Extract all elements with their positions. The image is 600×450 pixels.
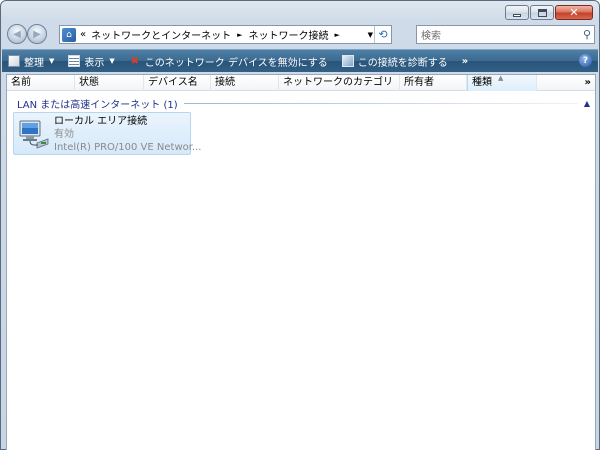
organize-icon [8, 55, 20, 67]
close-button[interactable]: ✕ [555, 5, 593, 20]
maximize-icon [537, 8, 547, 17]
breadcrumb-overflow-button[interactable]: « [80, 29, 86, 40]
navigation-bar: ◀ ▶ ⌂ « ネットワークとインターネット ► ネットワーク接続 ► ▼ ⟲ … [7, 23, 595, 45]
column-header-type[interactable]: ▲ 種類 [467, 74, 537, 91]
control-panel-icon: ⌂ [62, 27, 76, 42]
search-placeholder: 検索 [421, 31, 441, 42]
forward-arrow-icon: ▶ [33, 28, 41, 40]
help-icon[interactable]: ? [579, 54, 592, 67]
column-overflow-button[interactable]: » [585, 75, 591, 90]
network-connection-icon [19, 120, 49, 149]
search-icon[interactable]: ⚲ [583, 28, 591, 41]
connection-details: ローカル エリア接続 有効 Intel(R) PRO/100 VE Networ… [54, 115, 201, 154]
group-divider [183, 102, 578, 104]
forward-button[interactable]: ▶ [27, 24, 47, 44]
breadcrumb-separator-icon[interactable]: ► [237, 31, 242, 39]
explorer-window: ✕ ◀ ▶ ⌂ « ネットワークとインターネット ► ネットワーク接続 ► ▼ … [0, 0, 600, 450]
views-button[interactable]: 表示 ▼ [68, 54, 115, 69]
disable-device-label: このネットワーク デバイスを無効にする [144, 57, 328, 69]
connection-status: 有効 [54, 129, 74, 140]
caption-buttons: ✕ [505, 5, 593, 20]
views-icon [68, 55, 81, 67]
diagnose-connection-button[interactable]: この接続を診断する [341, 54, 448, 69]
chevron-down-icon: ▼ [49, 57, 55, 65]
command-bar: 整理 ▼ 表示 ▼ ✖ このネットワーク デバイスを無効にする この接続を診断す… [2, 49, 598, 72]
back-button[interactable]: ◀ [7, 24, 27, 44]
diagnose-icon [341, 55, 354, 67]
organize-label: 整理 [24, 57, 44, 69]
minimize-icon [513, 13, 521, 17]
column-header-status[interactable]: 状態 [75, 75, 144, 91]
maximize-button[interactable] [530, 5, 554, 20]
back-arrow-icon: ◀ [13, 28, 21, 40]
title-bar: ✕ [1, 1, 599, 23]
collapse-group-icon[interactable]: ▲ [584, 99, 590, 108]
connection-device: Intel(R) PRO/100 VE Networ... [54, 142, 202, 153]
file-list-pane: 名前 状態 デバイス名 接続 ネットワークのカテゴリ 所有者 ▲ 種類 » LA… [6, 74, 596, 450]
column-header-device-name[interactable]: デバイス名 [144, 75, 211, 91]
organize-button[interactable]: 整理 ▼ [8, 54, 54, 69]
column-header-network-category[interactable]: ネットワークのカテゴリ [279, 75, 400, 91]
group-header-lan[interactable]: LAN または高速インターネット (1) ▲ [17, 96, 590, 111]
disable-x-icon: ✖ [130, 55, 139, 67]
diagnose-label: この接続を診断する [357, 57, 448, 69]
refresh-icon: ⟲ [378, 28, 388, 41]
chevron-down-icon: ▼ [109, 57, 115, 65]
disable-device-button[interactable]: ✖ このネットワーク デバイスを無効にする [129, 54, 328, 69]
connection-name: ローカル エリア接続 [54, 116, 148, 127]
column-header-name[interactable]: 名前 [7, 75, 75, 91]
group-title: LAN または高速インターネット (1) [17, 99, 178, 111]
close-icon: ✕ [569, 6, 579, 19]
column-header-connection[interactable]: 接続 [211, 75, 279, 91]
connection-item-local-area[interactable]: ローカル エリア接続 有効 Intel(R) PRO/100 VE Networ… [13, 112, 201, 155]
sort-ascending-icon: ▲ [498, 74, 504, 82]
column-header-owner[interactable]: 所有者 [400, 75, 467, 91]
search-input[interactable]: 検索 ⚲ [416, 25, 595, 44]
views-label: 表示 [84, 57, 105, 69]
refresh-button[interactable]: ⟲ [374, 26, 391, 43]
address-bar[interactable]: ⌂ « ネットワークとインターネット ► ネットワーク接続 ► ▼ ⟲ [59, 25, 392, 44]
minimize-button[interactable] [505, 5, 529, 20]
breadcrumb-network-and-internet[interactable]: ネットワークとインターネット [91, 27, 231, 42]
toolbar-overflow-button[interactable]: » [462, 56, 468, 67]
breadcrumb-network-connections[interactable]: ネットワーク接続 [249, 27, 329, 42]
column-header-type-label: 種類 [472, 77, 492, 88]
breadcrumb-separator-icon[interactable]: ► [335, 31, 340, 39]
column-header-row: 名前 状態 デバイス名 接続 ネットワークのカテゴリ 所有者 ▲ 種類 » [7, 74, 595, 91]
address-dropdown-icon[interactable]: ▼ [368, 31, 373, 39]
